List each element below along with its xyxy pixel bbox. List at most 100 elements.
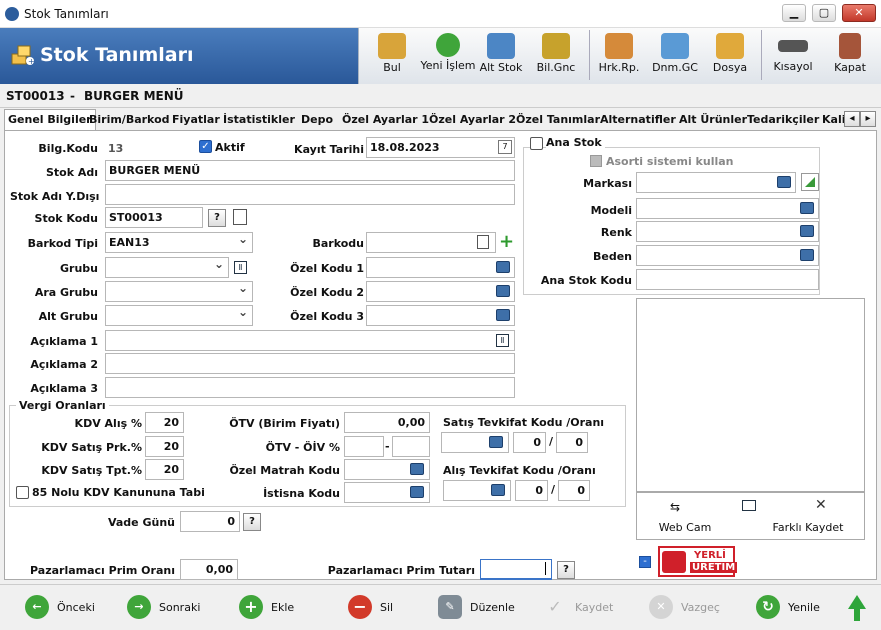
stok-adi-field[interactable]: BURGER MENÜ	[105, 160, 515, 181]
document-icon[interactable]	[233, 209, 247, 225]
ana-stok-checkbox[interactable]	[530, 137, 543, 150]
webcam-button[interactable]: Web Cam	[650, 521, 720, 534]
vazgec-button[interactable]: ✕ Vazgeç	[649, 595, 729, 621]
prim-orani-field[interactable]: 0,00	[180, 559, 238, 580]
satis-tevkifat-b-field[interactable]: 0	[556, 432, 588, 453]
close-button[interactable]: ✕	[842, 4, 876, 22]
brand-add-icon[interactable]	[801, 173, 819, 191]
toolbar-sub-stock-button[interactable]: Alt Stok	[476, 28, 526, 84]
oiv-field[interactable]	[392, 436, 430, 457]
tab-fiyatlar[interactable]: Fiyatlar	[169, 110, 223, 130]
picture-icon[interactable]	[800, 202, 814, 214]
aktif-checkbox[interactable]: ✓	[199, 140, 212, 153]
tab-istatistikler[interactable]: İstatistikler	[220, 110, 298, 130]
calendar-icon[interactable]: 7	[498, 140, 512, 154]
beden-field[interactable]	[636, 245, 819, 266]
grubu-label: Grubu	[60, 262, 98, 275]
tab-ozel-tanimlar[interactable]: Özel Tanımlar	[513, 110, 603, 130]
ozel-kodu-2-field[interactable]	[366, 281, 515, 302]
farkli-kaydet-button[interactable]: Farklı Kaydet	[768, 521, 848, 534]
toolbar-report-button[interactable]: Hrk.Rp.	[594, 28, 644, 84]
aciklama-3-field[interactable]	[105, 377, 515, 398]
grubu-select[interactable]	[105, 257, 229, 278]
picture-icon[interactable]	[491, 484, 505, 496]
toolbar-period-button[interactable]: Dnm.GC	[649, 28, 701, 84]
tab-tedarikciler[interactable]: Tedarikçiler	[744, 110, 822, 130]
picture-icon[interactable]	[489, 436, 503, 448]
vade-help-button[interactable]: ?	[243, 513, 261, 531]
asorti-checkbox[interactable]	[590, 155, 602, 167]
yenile-button[interactable]: ↻ Yenile	[756, 595, 836, 621]
picture-icon[interactable]	[496, 309, 510, 321]
scroll-top-icon[interactable]	[848, 595, 866, 609]
otv-birim-field[interactable]: 0,00	[344, 412, 430, 433]
picture-icon[interactable]	[410, 486, 424, 498]
kdv-satis-prk-field[interactable]: 20	[145, 436, 184, 457]
picture-icon[interactable]	[777, 176, 791, 188]
picture-icon[interactable]	[496, 261, 510, 273]
kaydet-button[interactable]: ✓ Kaydet	[543, 595, 623, 621]
vade-gunu-field[interactable]: 0	[180, 511, 240, 532]
toolbar-update-button[interactable]: Bil.Gnc	[531, 28, 581, 84]
picture-icon[interactable]	[800, 225, 814, 237]
ana-stok-kodu-field[interactable]	[636, 269, 819, 290]
kdv-satis-tpt-field[interactable]: 20	[145, 459, 184, 480]
sil-button[interactable]: − Sil	[348, 595, 418, 621]
duzenle-button[interactable]: ✎ Düzenle	[438, 595, 528, 621]
minimize-button[interactable]: ▁	[782, 4, 806, 22]
vade-gunu-label: Vade Günü	[107, 516, 175, 529]
ozel-kodu-3-field[interactable]	[366, 305, 515, 326]
alis-tevkifat-a-field[interactable]: 0	[515, 480, 548, 501]
tab-alternatifler[interactable]: Alternatifler	[597, 110, 679, 130]
alt-grubu-select[interactable]	[105, 305, 253, 326]
renk-field[interactable]	[636, 221, 819, 242]
ozel-kodu-1-field[interactable]	[366, 257, 515, 278]
prim-tutari-field[interactable]	[480, 559, 552, 580]
add-barcode-icon[interactable]: +	[499, 233, 514, 251]
picture-icon[interactable]	[496, 285, 510, 297]
list-icon[interactable]: Ⅱ	[496, 334, 509, 347]
tab-scroll-right-button[interactable]: ▸	[860, 111, 876, 127]
collapse-icon[interactable]: -	[639, 556, 651, 568]
modeli-field[interactable]	[636, 198, 819, 219]
tab-scroll-left-button[interactable]: ◂	[844, 111, 860, 127]
kaydet-label: Kaydet	[575, 601, 614, 614]
picture-icon[interactable]	[410, 463, 424, 475]
toolbar-shortcut-button[interactable]: Kısayol	[767, 28, 819, 84]
tab-alt-urunler[interactable]: Alt Ürünler	[676, 110, 750, 130]
picture-icon[interactable]	[800, 249, 814, 261]
kdv-alis-field[interactable]: 20	[145, 412, 184, 433]
ekle-button[interactable]: + Ekle	[239, 595, 309, 621]
onceki-button[interactable]: ← Önceki	[25, 595, 105, 621]
tab-birim-barkod[interactable]: Birim/Barkod	[86, 110, 173, 130]
satis-tevkifat-a-field[interactable]: 0	[513, 432, 546, 453]
document-icon[interactable]	[477, 235, 489, 249]
stock-image-box[interactable]	[636, 298, 865, 492]
vazgec-label: Vazgeç	[681, 601, 720, 614]
kanun-85-checkbox[interactable]	[16, 486, 29, 499]
toolbar-new-button[interactable]: Yeni İşlem	[419, 28, 477, 84]
otv-field[interactable]	[344, 436, 384, 457]
group-list-icon[interactable]: Ⅱ	[234, 261, 247, 274]
otv-birim-label: ÖTV (Birim Fiyatı)	[229, 417, 340, 430]
alis-tevkifat-b-field[interactable]: 0	[558, 480, 590, 501]
stok-kodu-field[interactable]: ST00013	[105, 207, 203, 228]
tab-depo[interactable]: Depo	[298, 110, 336, 130]
prim-help-button[interactable]: ?	[557, 561, 575, 579]
aciklama-2-field[interactable]	[105, 353, 515, 374]
tab-ozel-ayarlar-2[interactable]: Özel Ayarlar 2	[426, 110, 519, 130]
maximize-button[interactable]: ▢	[812, 4, 836, 22]
tab-genel-bilgiler[interactable]: Genel Bilgiler	[4, 109, 96, 131]
ara-grubu-select[interactable]	[105, 281, 253, 302]
kayit-tarihi-field[interactable]: 18.08.2023	[366, 137, 515, 158]
sonraki-button[interactable]: → Sonraki	[127, 595, 207, 621]
barkod-tipi-select[interactable]: EAN13	[105, 232, 253, 253]
markasi-field[interactable]	[636, 172, 796, 193]
toolbar-find-button[interactable]: Bul	[363, 28, 421, 84]
tab-ozel-ayarlar-1[interactable]: Özel Ayarlar 1	[339, 110, 432, 130]
toolbar-file-button[interactable]: Dosya	[705, 28, 755, 84]
toolbar-close-button[interactable]: Kapat	[825, 28, 875, 84]
stok-adi-yd-field[interactable]	[105, 184, 515, 205]
aciklama-1-field[interactable]	[105, 330, 515, 351]
stok-kodu-help-button[interactable]: ?	[208, 209, 226, 227]
